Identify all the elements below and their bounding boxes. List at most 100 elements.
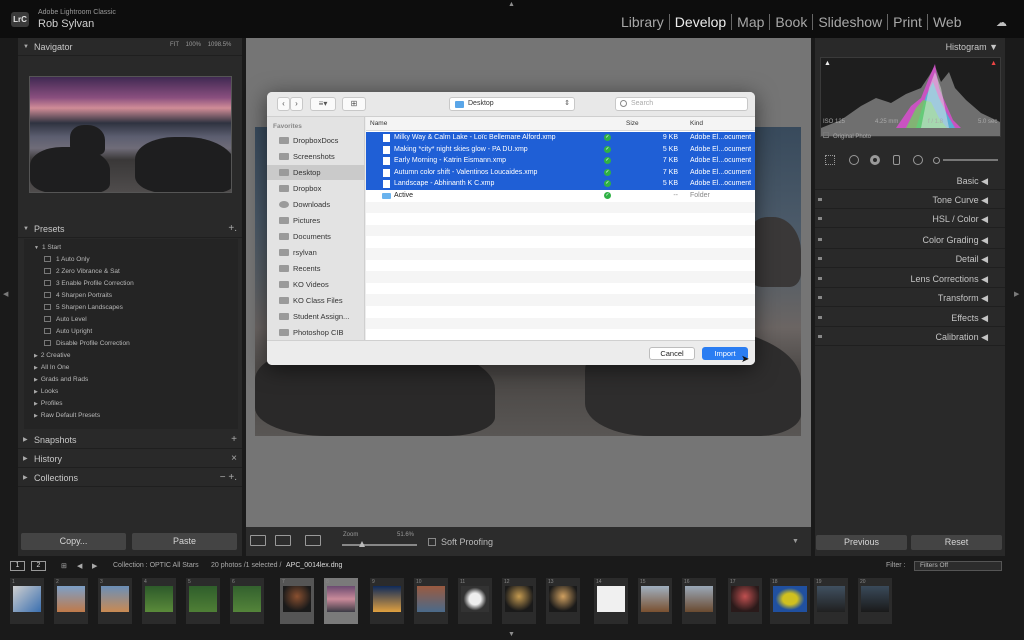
filmstrip-thumb[interactable]: 18 (770, 578, 810, 624)
view-options-icon[interactable]: ≡▾ (310, 97, 336, 111)
section-detail[interactable]: Detail ◀ (815, 250, 1005, 268)
adjustment-brush-icon[interactable] (933, 157, 940, 164)
selected-filename[interactable]: APC_0014lex.dng (286, 562, 342, 569)
filmstrip-thumb-selected[interactable]: 8 (324, 578, 358, 624)
sidebar-item-ko-videos[interactable]: KO Videos (267, 277, 365, 292)
right-panel-toggle-icon[interactable]: ▶ (1014, 290, 1019, 298)
filter-dropdown[interactable]: Filters Off (914, 561, 1002, 571)
filmstrip-thumb[interactable]: 1 (10, 578, 44, 624)
grid-view-icon[interactable]: ⊞ (61, 562, 67, 570)
panel-switch-icon[interactable] (818, 277, 822, 280)
preset-item[interactable]: Auto Upright (44, 328, 92, 335)
module-develop[interactable]: Develop (669, 14, 731, 30)
module-library[interactable]: Library (616, 14, 669, 30)
sidebar-item-documents[interactable]: Documents (267, 229, 365, 244)
add-preset-icon[interactable]: +. (228, 223, 237, 234)
panel-switch-icon[interactable] (818, 198, 822, 201)
histogram[interactable]: ▲ ▲ (820, 57, 1001, 137)
presets-header[interactable]: ▼ Presets +. (18, 220, 242, 238)
preset-group[interactable]: ▶Looks (34, 388, 58, 395)
filmstrip-thumb[interactable]: 2 (54, 578, 88, 624)
section-calibration[interactable]: Calibration ◀ (815, 328, 1005, 346)
sidebar-item-desktop[interactable]: Desktop (267, 165, 365, 180)
original-photo-toggle[interactable]: Original Photo (823, 132, 871, 140)
reset-button[interactable]: Reset (911, 535, 1002, 550)
paste-button[interactable]: Paste (132, 533, 237, 550)
red-eye-icon[interactable] (870, 155, 880, 165)
filmstrip-thumb[interactable]: 3 (98, 578, 132, 624)
section-lens-corrections[interactable]: Lens Corrections ◀ (815, 270, 1005, 288)
forward-icon[interactable]: › (290, 97, 303, 111)
sidebar-item-downloads[interactable]: Downloads (267, 197, 365, 212)
new-folder-icon[interactable]: ⊞ (342, 97, 366, 111)
window-2-button[interactable]: 2 (31, 561, 46, 571)
section-effects[interactable]: Effects ◀ (815, 309, 1005, 327)
zoom-slider-knob[interactable] (359, 541, 365, 547)
window-1-button[interactable]: 1 (10, 561, 25, 571)
snapshots-header[interactable]: ▶ Snapshots + (18, 431, 242, 449)
filmstrip-thumb[interactable]: 16 (682, 578, 716, 624)
module-web[interactable]: Web (927, 14, 967, 30)
column-kind[interactable]: Kind (690, 120, 703, 127)
cancel-button[interactable]: Cancel (649, 347, 695, 360)
filmstrip-thumb[interactable]: 14 (594, 578, 628, 624)
module-map[interactable]: Map (731, 14, 769, 30)
column-size[interactable]: Size (626, 120, 639, 127)
zoom-fit[interactable]: FIT (170, 42, 179, 48)
radial-filter-icon[interactable] (913, 155, 923, 165)
preset-group[interactable]: ▼1 Start (34, 244, 61, 251)
section-transform[interactable]: Transform ◀ (815, 289, 1005, 307)
soft-proofing-toggle[interactable]: Soft Proofing (428, 537, 493, 547)
filmstrip-thumb[interactable]: 7 (280, 578, 314, 624)
filmstrip-thumb[interactable]: 20 (858, 578, 892, 624)
tool-slider[interactable] (943, 159, 998, 161)
histogram-header[interactable]: Histogram ▼ (946, 42, 998, 52)
highlight-clipping-icon[interactable]: ▲ (990, 60, 997, 67)
preset-item[interactable]: 3 Enable Profile Correction (44, 280, 134, 287)
sidebar-item-dropboxdocs[interactable]: DropboxDocs (267, 133, 365, 148)
section-color-grading[interactable]: Color Grading ◀ (815, 231, 1005, 249)
file-row[interactable]: Early Morning - Katrin Eismann.xmp ✓ 7 K… (366, 155, 755, 167)
module-print[interactable]: Print (887, 14, 927, 30)
section-tone-curve[interactable]: Tone Curve ◀ (815, 191, 1005, 209)
filmstrip-thumb[interactable]: 5 (186, 578, 220, 624)
preset-group[interactable]: ▶Profiles (34, 400, 63, 407)
zoom-100[interactable]: 100% (186, 42, 201, 48)
preset-group[interactable]: ▶2 Creative (34, 352, 70, 359)
preset-item[interactable]: 2 Zero Vibrance & Sat (44, 268, 120, 275)
preset-item[interactable]: 1 Auto Only (44, 256, 90, 263)
sidebar-item-ko-class-files[interactable]: KO Class Files (267, 293, 365, 308)
collection-add-remove-icon[interactable]: − +. (220, 472, 237, 483)
panel-switch-icon[interactable] (818, 296, 822, 299)
sidebar-item-dropbox[interactable]: Dropbox (267, 181, 365, 196)
graduated-filter-icon[interactable] (893, 155, 900, 165)
sidebar-item-recents[interactable]: Recents (267, 261, 365, 276)
history-header[interactable]: ▶ History × (18, 450, 242, 468)
navigator-preview[interactable] (29, 76, 232, 193)
before-after-icon[interactable] (275, 535, 291, 546)
sidebar-item-pictures[interactable]: Pictures (267, 213, 365, 228)
panel-switch-icon[interactable] (818, 217, 822, 220)
collections-header[interactable]: ▶ Collections − +. (18, 469, 242, 487)
back-arrow-icon[interactable]: ◀ (77, 562, 82, 570)
sidebar-item-rsylvan[interactable]: rsylvan (267, 245, 365, 260)
panel-switch-icon[interactable] (818, 257, 822, 260)
forward-arrow-icon[interactable]: ▶ (92, 562, 97, 570)
file-row[interactable]: Making *city* night skies glow - PA DU.x… (366, 144, 755, 156)
location-dropdown[interactable]: Desktop ⇕ (449, 97, 575, 111)
filmstrip-thumb[interactable]: 6 (230, 578, 264, 624)
preset-item[interactable]: 4 Sharpen Portraits (44, 292, 112, 299)
file-row[interactable]: Landscape - Abhinanth K C.xmp ✓ 5 KB Ado… (366, 178, 755, 190)
before-after-split-icon[interactable] (305, 535, 321, 546)
add-snapshot-icon[interactable]: + (231, 434, 237, 445)
section-basic[interactable]: Basic ◀ (815, 172, 1005, 190)
module-slideshow[interactable]: Slideshow (812, 14, 887, 30)
preset-item[interactable]: Disable Profile Correction (44, 340, 130, 347)
filmstrip-thumb[interactable]: 12 (502, 578, 536, 624)
zoom-slider[interactable] (342, 544, 417, 546)
bottom-panel-toggle-icon[interactable]: ▼ (508, 631, 515, 638)
filmstrip-thumb[interactable]: 9 (370, 578, 404, 624)
panel-switch-icon[interactable] (818, 316, 822, 319)
zoom-custom[interactable]: 1098.5% (208, 42, 232, 48)
column-name[interactable]: Name (370, 120, 387, 127)
